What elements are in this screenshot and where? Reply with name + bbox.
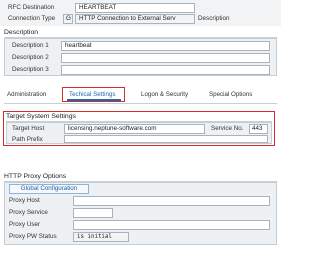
tab-special-options[interactable]: Special Options (209, 91, 252, 98)
path-prefix-field[interactable] (64, 135, 268, 143)
proxy-pw-status-field: is initial (73, 232, 129, 242)
global-configuration-button[interactable]: Global Configuration (9, 184, 89, 194)
description-3-field[interactable] (61, 65, 270, 75)
proxy-user-label: Proxy User (9, 221, 41, 228)
description-1-field[interactable]: heartbeat (61, 41, 270, 51)
path-prefix-label: Path Prefix (12, 136, 43, 143)
http-proxy-options-title: HTTP Proxy Options (4, 173, 67, 180)
connection-type-field[interactable]: HTTP Connection to External Serv (75, 14, 195, 24)
target-host-field[interactable]: licensing.neptune-software.com (64, 124, 205, 134)
rfc-destination-field[interactable]: HEARTBEAT (75, 3, 195, 13)
connection-type-code-field[interactable]: G (63, 14, 73, 24)
proxy-service-field[interactable] (73, 208, 113, 218)
proxy-pw-status-label: Proxy PW Status (9, 233, 57, 240)
proxy-user-field[interactable] (73, 220, 270, 230)
description-3-label: Description 3 (12, 66, 49, 73)
target-system-settings-title: Target System Settings (6, 113, 76, 120)
proxy-host-field[interactable] (73, 196, 270, 206)
proxy-service-label: Proxy Service (9, 209, 48, 216)
rfc-destination-label: RFC Destination (8, 4, 55, 11)
tab-logon-security[interactable]: Logon & Security (141, 91, 188, 98)
tabs-divider (4, 103, 277, 104)
description-2-label: Description 2 (12, 54, 49, 61)
target-host-label: Target Host (12, 125, 45, 132)
tab-administration[interactable]: Administration (7, 91, 46, 98)
service-number-field[interactable]: 443 (249, 124, 268, 134)
proxy-host-label: Proxy Host (9, 197, 40, 204)
tab-technical-settings-highlight (62, 87, 125, 102)
description-1-label: Description 1 (12, 42, 49, 49)
connection-type-description-label: Description (198, 15, 230, 22)
description-section-title: Description (4, 29, 38, 36)
connection-type-label: Connection Type (8, 15, 56, 22)
description-2-field[interactable] (61, 53, 270, 63)
service-number-label: Service No. (211, 125, 244, 132)
